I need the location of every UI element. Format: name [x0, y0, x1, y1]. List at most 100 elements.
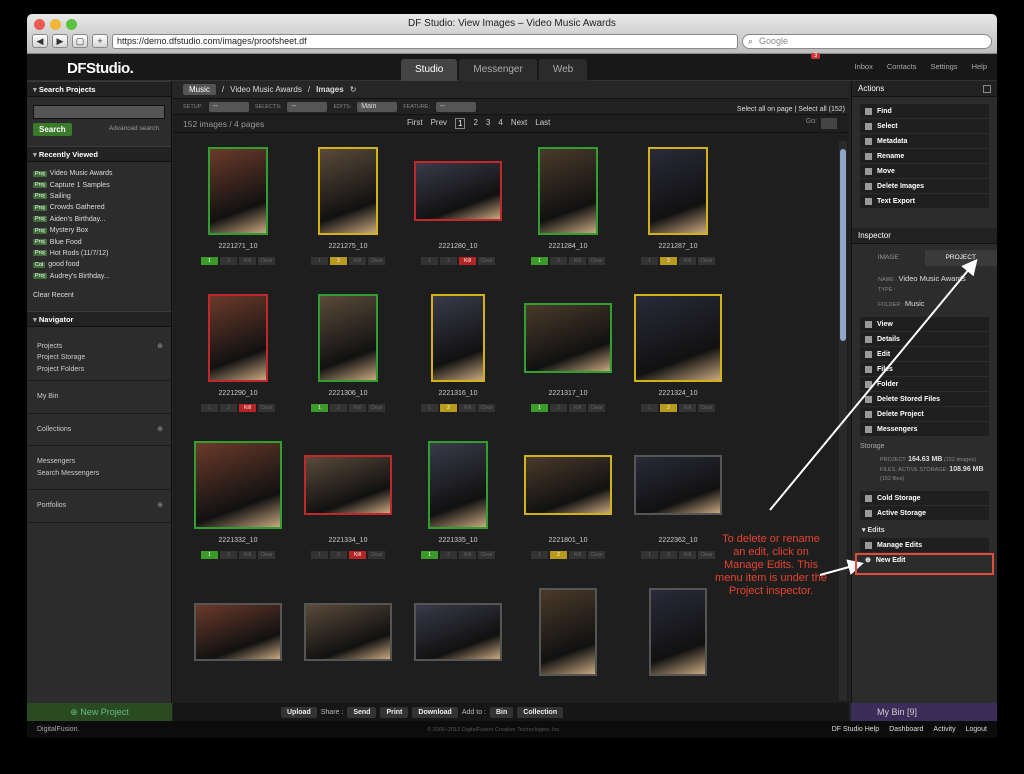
recent-item[interactable]: Proj Video Music Awards [33, 168, 165, 179]
contacts-link[interactable]: Contacts [887, 62, 917, 71]
sidebar-toggle-icon[interactable]: ▢ [72, 34, 88, 48]
image-thumbnail[interactable] [318, 294, 378, 382]
kill-button[interactable]: Kill [459, 257, 476, 265]
folder-select[interactable]: Music [183, 84, 216, 95]
select-2-button[interactable]: 2 [220, 404, 237, 412]
feature-select[interactable]: -- [436, 101, 476, 112]
select-2-button[interactable]: 2 [440, 257, 457, 265]
tab-messenger[interactable]: Messenger [459, 59, 537, 81]
recently-viewed-header[interactable]: Recently Viewed [27, 146, 171, 162]
select-1-button[interactable]: 1 [641, 257, 658, 265]
image-cell[interactable]: 2221287_10 1 2 Kill Clear [623, 141, 733, 288]
image-cell[interactable]: 2221306_10 1 2 Kill Clear [293, 288, 403, 435]
image-cell[interactable]: 2221801_10 1 2 Kill Clear [513, 435, 623, 582]
selects-select[interactable]: -- [287, 101, 328, 112]
edits-select[interactable]: Main [357, 101, 398, 112]
recent-item[interactable]: Proj Aiden's Birthday... [33, 214, 165, 225]
project-action-item[interactable]: Edit [860, 347, 989, 361]
action-item[interactable]: Metadata [860, 134, 989, 148]
scroll-thumb[interactable] [840, 149, 846, 341]
send-button[interactable]: Send [347, 706, 377, 718]
inbox-link[interactable]: Inbox [854, 62, 872, 71]
select-2-button[interactable]: 2 [440, 404, 457, 412]
image-cell[interactable]: 2221271_10 1 2 Kill Clear [183, 141, 293, 288]
action-item[interactable]: Find [860, 104, 989, 118]
nav-project-folders[interactable]: Project Folders [37, 364, 161, 376]
kill-button[interactable]: Kill [239, 404, 256, 412]
select-2-button[interactable]: 2 [220, 551, 237, 559]
image-cell[interactable]: 2221332_10 1 2 Kill Clear [183, 435, 293, 582]
page-4[interactable]: 4 [498, 118, 502, 129]
recent-item[interactable]: Proj Audrey's Birthday... [33, 271, 165, 282]
image-cell[interactable]: 2221316_10 1 2 Kill Clear [403, 288, 513, 435]
image-thumbnail[interactable] [318, 147, 378, 235]
image-thumbnail[interactable] [208, 294, 268, 382]
image-thumbnail[interactable] [304, 455, 392, 515]
clear-button[interactable]: Clear [478, 404, 495, 412]
add-project-icon[interactable]: ⊕ [157, 341, 163, 353]
image-thumbnail[interactable] [539, 588, 597, 676]
tab-studio[interactable]: Studio [401, 59, 458, 81]
project-action-item[interactable]: Delete Stored Files [860, 392, 989, 406]
manage-edits-item[interactable]: Manage Edits [860, 538, 989, 552]
select-1-button[interactable]: 1 [531, 404, 548, 412]
image-cell[interactable]: 2221335_10 1 2 Kill Clear [403, 435, 513, 582]
image-thumbnail[interactable] [634, 455, 722, 515]
kill-button[interactable]: Kill [569, 404, 586, 412]
select-all-link[interactable]: Select all (152) [798, 106, 845, 113]
select-1-button[interactable]: 1 [531, 257, 548, 265]
download-button[interactable]: Download [412, 706, 458, 718]
select-2-button[interactable]: 2 [330, 404, 347, 412]
advanced-search-link[interactable]: Advanced search [109, 125, 159, 132]
select-1-button[interactable]: 1 [201, 551, 218, 559]
kill-button[interactable]: Kill [679, 404, 696, 412]
add-collection-icon[interactable]: ⊕ [157, 424, 163, 436]
setup-select[interactable]: -- [208, 101, 249, 112]
image-thumbnail[interactable] [524, 455, 612, 515]
kill-button[interactable]: Kill [569, 551, 586, 559]
new-project-button[interactable]: ⊕ New Project [27, 703, 172, 721]
first-page-link[interactable]: First [407, 118, 423, 129]
collapse-icon[interactable] [983, 85, 991, 93]
clear-button[interactable]: Clear [588, 404, 605, 412]
nav-my-bin[interactable]: My Bin [37, 391, 161, 403]
clear-button[interactable]: Clear [368, 551, 385, 559]
clear-button[interactable]: Clear [258, 551, 275, 559]
image-thumbnail[interactable] [304, 603, 392, 661]
clear-button[interactable]: Clear [258, 257, 275, 265]
image-cell[interactable]: 2221334_10 1 2 Kill Clear [293, 435, 403, 582]
help-link[interactable]: Help [972, 62, 987, 71]
last-page-link[interactable]: Last [535, 118, 550, 129]
recent-item[interactable]: Proj Hot Rods (11/7/12) [33, 248, 165, 259]
recent-item[interactable]: Proj Blue Food [33, 236, 165, 247]
image-thumbnail[interactable] [414, 161, 502, 221]
clear-button[interactable]: Clear [588, 551, 605, 559]
kill-button[interactable]: Kill [679, 551, 696, 559]
clear-button[interactable]: Clear [588, 257, 605, 265]
image-thumbnail[interactable] [194, 441, 282, 529]
clear-button[interactable]: Clear [478, 551, 495, 559]
select-2-button[interactable]: 2 [660, 404, 677, 412]
image-cell[interactable]: 2221317_10 1 2 Kill Clear [513, 288, 623, 435]
recent-item[interactable]: Proj Sailing [33, 191, 165, 202]
recent-item[interactable]: Col good food [33, 259, 165, 270]
dashboard-link[interactable]: Dashboard [889, 726, 923, 733]
back-icon[interactable]: ◀ [32, 34, 48, 48]
image-thumbnail[interactable] [524, 303, 612, 373]
recent-item[interactable]: Proj Mystery Box [33, 225, 165, 236]
image-thumbnail[interactable] [208, 147, 268, 235]
forward-icon[interactable]: ▶ [52, 34, 68, 48]
storage-action-item[interactable]: Cold Storage [860, 491, 989, 505]
settings-link[interactable]: Settings [930, 62, 957, 71]
clear-button[interactable]: Clear [368, 404, 385, 412]
recent-item[interactable]: Proj Capture 1 Samples [33, 179, 165, 190]
tab-web[interactable]: Web [538, 59, 588, 81]
select-1-button[interactable]: 1 [311, 257, 328, 265]
page-2[interactable]: 2 [473, 118, 477, 129]
select-all-page-link[interactable]: Select all on page [737, 106, 793, 113]
select-2-button[interactable]: 2 [550, 551, 567, 559]
project-action-item[interactable]: Folder [860, 377, 989, 391]
add-tab-icon[interactable]: + [92, 34, 108, 48]
select-2-button[interactable]: 2 [330, 551, 347, 559]
next-page-link[interactable]: Next [511, 118, 527, 129]
